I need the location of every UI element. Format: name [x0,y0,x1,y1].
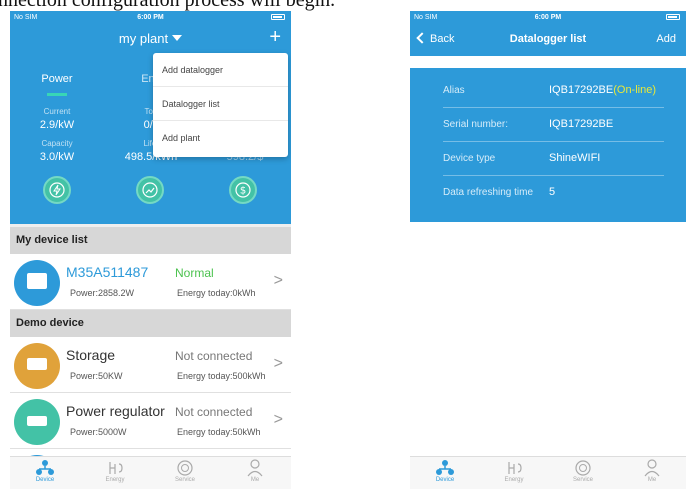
plant-name: my plant [118,31,169,46]
detail-row-refresh-time: Data refreshing time 5 [443,186,556,198]
device-name: Power regulator [66,403,165,419]
device-power: Power:2858.2W [70,288,135,298]
tab-device[interactable]: Device [10,459,80,483]
datalogger-card[interactable]: Alias IQB17292BE(On-line) Serial number:… [410,68,686,222]
tab-service[interactable]: Service [548,459,618,483]
service-icon [177,460,193,476]
tab-energy-bottom[interactable]: Energy [479,459,549,483]
plant-selector[interactable]: my plant [10,31,291,46]
online-status: (On-line) [613,84,657,96]
left-phone-screen: No SIM 6:00 PM my plant + Power Ene Curr… [10,11,291,489]
tab-me[interactable]: Me [220,459,290,483]
caret-down-icon [172,35,183,41]
tab-me[interactable]: Me [617,459,686,483]
tab-service[interactable]: Service [150,459,220,483]
device-status: Not connected [175,405,253,419]
tab-energy-bottom[interactable]: Energy [80,459,150,483]
add-menu-button[interactable]: + [269,27,281,47]
bottom-tab-bar: Device Energy Service Me [410,456,686,489]
dollar-icon[interactable]: $ [229,176,257,204]
inverter-icon [14,260,60,306]
device-energy: Energy today:50kWh [177,427,261,437]
status-time: 6:00 PM [137,14,164,21]
lightning-icon[interactable] [43,176,71,204]
device-icon [36,460,54,475]
svg-text:$: $ [240,186,246,197]
device-row-power-regulator[interactable]: Power regulator Power:5000W Not connecte… [10,393,291,449]
demo-device-header: Demo device [10,310,291,337]
device-status: Not connected [175,349,253,363]
storage-icon [14,343,60,389]
document-caption: nnection configuration process will begi… [0,0,336,11]
status-time: 6:00 PM [534,14,562,21]
detail-row-serial: Serial number: IQB17292BE [410,108,686,142]
battery-icon [271,14,285,21]
status-bar: No SIM 6:00 PM [410,11,686,29]
tab-active-indicator [47,93,67,96]
device-energy: Energy today:500kWh [177,371,266,381]
stat-current: Current 2.9/kW [39,107,75,131]
chart-icon[interactable] [136,176,164,204]
device-power: Power:50KW [70,371,123,381]
service-icon [575,460,591,476]
status-bar: No SIM 6:00 PM [10,11,291,29]
page-title: Datalogger list [509,33,587,45]
device-row-m35a511487[interactable]: M35A511487 Power:2858.2W Normal Energy t… [10,254,291,310]
device-name: Storage [66,347,116,363]
device-name: M35A511487 [66,264,149,280]
detail-row-device-type: Device type ShineWIFI [410,142,686,176]
chevron-right-icon: > [273,272,283,289]
tab-power[interactable]: Power [10,73,104,96]
energy-icon [109,462,123,474]
my-device-list-header: My device list [10,227,291,254]
alias-value: IQB17292BE [549,84,614,96]
energy-icon [508,462,522,474]
device-row-storage[interactable]: Storage Power:50KW Not connected Energy … [10,337,291,393]
device-energy: Energy today:0kWh [177,288,256,298]
menu-add-datalogger[interactable]: Add datalogger [153,53,288,87]
user-icon [644,459,660,477]
chevron-right-icon: > [273,411,283,428]
stat-capacity: Capacity 3.0/kW [39,139,75,163]
menu-datalogger-list[interactable]: Datalogger list [153,87,288,121]
right-phone-screen: No SIM 6:00 PM Back Datalogger list Add … [410,11,686,489]
device-status: Normal [175,266,214,280]
device-icon [436,460,454,475]
bottom-tab-bar: Device Energy Service Me [10,456,291,489]
detail-row-alias: Alias IQB17292BE(On-line) [410,74,686,108]
tab-device[interactable]: Device [410,459,480,483]
add-button[interactable]: Add [656,33,676,45]
device-power: Power:5000W [70,427,127,437]
battery-icon [666,14,680,21]
add-dropdown-menu: Add datalogger Datalogger list Add plant [153,53,288,157]
menu-add-plant[interactable]: Add plant [153,121,288,155]
user-icon [247,459,263,477]
nav-bar: No SIM 6:00 PM Back Datalogger list Add [410,11,686,56]
chevron-right-icon: > [273,355,283,372]
regulator-icon [14,399,60,445]
